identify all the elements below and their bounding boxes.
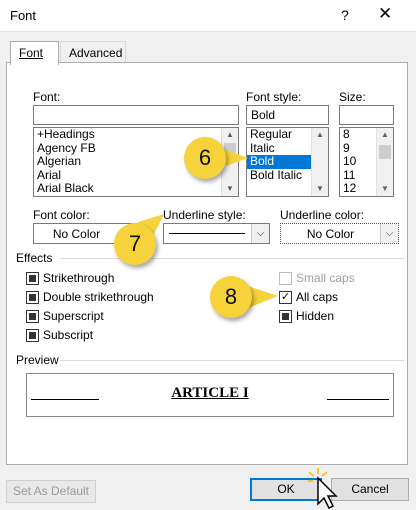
scroll-up-icon[interactable]: ▲	[377, 128, 393, 142]
callout-badge-6: 6	[184, 137, 226, 179]
font-label: Font:	[33, 90, 61, 104]
size-list-scrollbar[interactable]: ▲ ▼	[376, 128, 393, 196]
scroll-down-icon[interactable]: ▼	[377, 182, 393, 196]
underline-style-sample	[169, 233, 245, 234]
size-list[interactable]: 8 9 10 11 12 ▲ ▼	[339, 127, 394, 197]
underline-color-dropdown[interactable]: No Color ⌵	[280, 223, 399, 244]
small-caps-label: Small caps	[296, 271, 355, 285]
title-bar	[0, 0, 416, 32]
font-input[interactable]	[33, 105, 239, 125]
font-color-value: No Color	[52, 227, 101, 241]
scroll-up-icon[interactable]: ▲	[312, 128, 328, 142]
chevron-down-icon[interactable]: ⌵	[380, 224, 398, 243]
underline-style-label: Underline style:	[163, 208, 246, 222]
underline-color-label: Underline color:	[280, 208, 365, 222]
font-style-label: Font style:	[246, 90, 302, 104]
font-style-item-selected[interactable]: Bold	[247, 154, 312, 169]
scroll-down-icon[interactable]: ▼	[222, 182, 238, 196]
font-style-scrollbar[interactable]: ▲ ▼	[311, 128, 328, 196]
font-color-label: Font color:	[33, 208, 90, 222]
font-list-item[interactable]: Arial Black	[34, 181, 238, 196]
double-strikethrough-label: Double strikethrough	[43, 290, 154, 304]
subscript-checkbox[interactable]	[26, 329, 39, 342]
superscript-checkbox[interactable]	[26, 310, 39, 323]
strikethrough-checkbox[interactable]	[26, 272, 39, 285]
callout-badge-7: 7	[114, 223, 156, 265]
hidden-checkbox[interactable]	[279, 310, 292, 323]
small-caps-checkbox[interactable]	[279, 272, 292, 285]
chevron-down-icon[interactable]: ⌵	[251, 224, 269, 243]
superscript-label: Superscript	[43, 309, 104, 323]
double-strikethrough-checkbox[interactable]	[26, 291, 39, 304]
tab-font[interactable]: Font	[10, 41, 59, 65]
checkmark-icon: ✓	[280, 291, 291, 303]
tab-advanced-label: Advanced	[69, 46, 123, 60]
size-label: Size:	[339, 90, 366, 104]
size-input[interactable]	[339, 105, 394, 125]
help-button[interactable]: ?	[341, 7, 349, 23]
close-button[interactable]: ✕	[378, 4, 392, 24]
hidden-label: Hidden	[296, 309, 335, 323]
all-caps-label: All caps	[296, 290, 339, 304]
window-title: Font	[10, 8, 37, 23]
scroll-down-icon[interactable]: ▼	[312, 182, 328, 196]
all-caps-checkbox[interactable]: ✓	[279, 291, 292, 304]
preview-group-label: Preview	[16, 353, 59, 367]
tab-advanced[interactable]: Advanced	[60, 41, 126, 63]
preview-line-right	[327, 399, 389, 400]
underline-style-dropdown[interactable]: ⌵	[163, 223, 270, 244]
font-style-list[interactable]: Regular Italic Bold Bold Italic ▲ ▼	[246, 127, 329, 197]
preview-divider	[60, 360, 404, 361]
scroll-thumb[interactable]	[379, 145, 391, 159]
effects-group-label: Effects	[16, 251, 53, 265]
font-style-input[interactable]: Bold	[246, 105, 329, 125]
underline-color-value: No Color	[306, 227, 355, 241]
callout-badge-8: 8	[210, 276, 252, 318]
mouse-cursor-icon	[308, 468, 338, 510]
strikethrough-label: Strikethrough	[43, 271, 115, 285]
subscript-label: Subscript	[43, 328, 94, 342]
tab-font-label: Font	[19, 46, 44, 60]
set-as-default-button[interactable]: Set As Default	[6, 480, 96, 503]
preview-box: ARTICLE I	[26, 373, 394, 417]
